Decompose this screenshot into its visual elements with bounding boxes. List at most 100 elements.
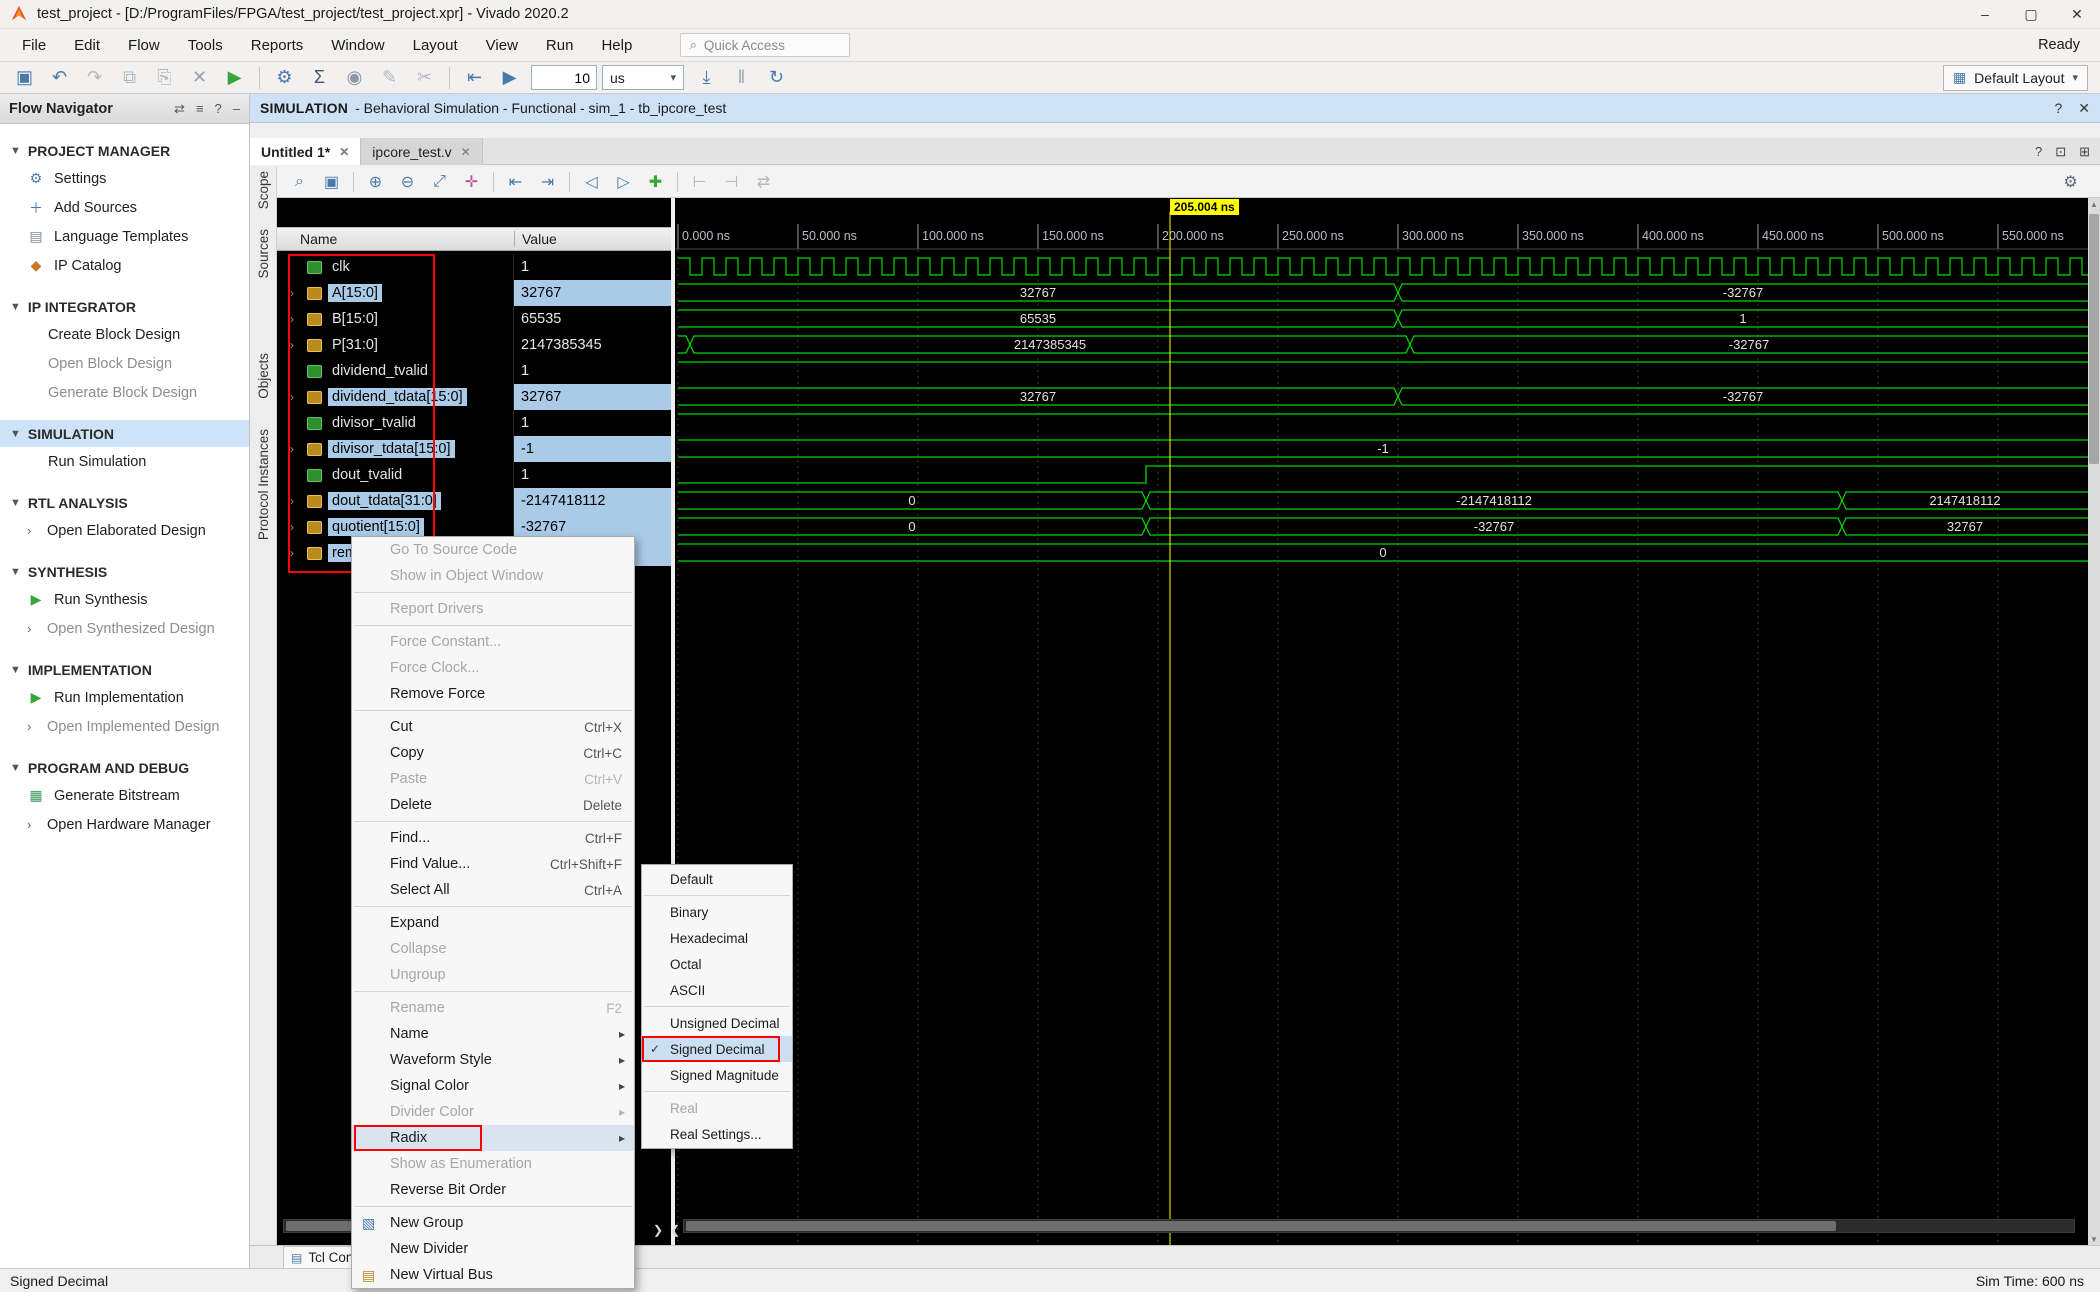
radix-option-unsigned-decimal[interactable]: Unsigned Decimal — [642, 1010, 792, 1036]
radix-option-binary[interactable]: Binary — [642, 899, 792, 925]
context-menu-item-delete[interactable]: DeleteDelete — [352, 792, 634, 818]
signal-row-p-31-0[interactable]: ›P[31:0]2147385345 — [277, 332, 671, 358]
radix-option-octal[interactable]: Octal — [642, 951, 792, 977]
context-menu-item-waveform-style[interactable]: Waveform Style▸ — [352, 1047, 634, 1073]
float-window-icon[interactable]: ⊡ — [2055, 144, 2066, 160]
goto-time-zero-icon[interactable]: ⇤ — [500, 169, 531, 195]
menu-edit[interactable]: Edit — [60, 29, 114, 61]
radix-option-real-settings[interactable]: Real Settings... — [642, 1121, 792, 1147]
radix-option-ascii[interactable]: ASCII — [642, 977, 792, 1003]
flownav-item-generate-bitstream[interactable]: ▦Generate Bitstream — [0, 781, 249, 810]
next-transition-icon[interactable]: ▷ — [608, 169, 639, 195]
context-menu-item-new-virtual-bus[interactable]: ▤New Virtual Bus — [352, 1262, 634, 1288]
context-menu-item-paste[interactable]: PasteCtrl+V — [352, 766, 634, 792]
delete-icon[interactable]: ✕ — [183, 64, 216, 92]
flownav-item-run-simulation[interactable]: Run Simulation — [0, 447, 249, 476]
expand-chevron-icon[interactable]: › — [290, 390, 307, 404]
flownav-section-program-and-debug[interactable]: ▼PROGRAM AND DEBUG — [0, 754, 249, 781]
context-menu-item-new-group[interactable]: ▧New Group — [352, 1210, 634, 1236]
flownav-help-icon[interactable]: ? — [215, 101, 222, 117]
pause-icon[interactable]: ‖ — [725, 64, 758, 92]
probe-icon[interactable]: ✂ — [408, 64, 441, 92]
column-header-value[interactable]: Value — [514, 231, 671, 247]
close-button[interactable]: ✕ — [2054, 0, 2100, 28]
radix-option-signed-magnitude[interactable]: Signed Magnitude — [642, 1062, 792, 1088]
context-menu-item-show-as-enumeration[interactable]: Show as Enumeration — [352, 1151, 634, 1177]
wave-settings-gear-icon[interactable]: ⚙ — [2055, 169, 2086, 195]
radix-option-default[interactable]: Default — [642, 866, 792, 892]
context-menu-item-find[interactable]: Find...Ctrl+F — [352, 825, 634, 851]
expand-chevron-icon[interactable]: › — [290, 520, 307, 534]
layout-select[interactable]: ▦ Default Layout ▾ — [1943, 65, 2088, 91]
swap-cursors-icon[interactable]: ⇄ — [748, 169, 779, 195]
waveform-vscrollbar[interactable]: ▲ ▼ — [2088, 198, 2100, 1245]
signal-row-dout-tvalid[interactable]: dout_tvalid1 — [277, 462, 671, 488]
flownav-section-project-manager[interactable]: ▼PROJECT MANAGER — [0, 137, 249, 164]
relaunch-sim-icon[interactable]: ↻ — [760, 64, 793, 92]
signal-row-divisor-tdata-15-0[interactable]: ›divisor_tdata[15:0]-1 — [277, 436, 671, 462]
context-menu-item-show-in-object-window[interactable]: Show in Object Window — [352, 563, 634, 589]
radix-option-hexadecimal[interactable]: Hexadecimal — [642, 925, 792, 951]
flownav-section-implementation[interactable]: ▼IMPLEMENTATION — [0, 656, 249, 683]
context-menu-item-rename[interactable]: RenameF2 — [352, 995, 634, 1021]
flownav-item-run-implementation[interactable]: ▶Run Implementation — [0, 683, 249, 712]
expand-chevron-icon[interactable]: › — [290, 286, 307, 300]
settings-gear-icon[interactable]: ⚙ — [268, 64, 301, 92]
waveform-panel[interactable]: 0.000 ns50.000 ns100.000 ns150.000 ns200… — [675, 198, 2088, 1245]
side-tab-objects[interactable]: Objects — [251, 353, 276, 399]
menu-window[interactable]: Window — [317, 29, 398, 61]
zoom-to-cursor-icon[interactable]: ✛ — [456, 169, 487, 195]
context-menu-item-name[interactable]: Name▸ — [352, 1021, 634, 1047]
flownav-section-simulation[interactable]: ▼SIMULATION — [0, 420, 249, 447]
flownav-item-ip-catalog[interactable]: ◆IP Catalog — [0, 251, 249, 280]
run-all-icon[interactable]: ▶ — [493, 64, 526, 92]
help-icon[interactable]: ? — [2035, 144, 2042, 159]
expand-chevron-icon[interactable]: › — [290, 494, 307, 508]
sim-run-time-input[interactable] — [531, 65, 597, 90]
expand-chevron-icon[interactable]: › — [290, 312, 307, 326]
signal-row-a-15-0[interactable]: ›A[15:0]32767 — [277, 280, 671, 306]
waveform-canvas[interactable]: 0.000 ns50.000 ns100.000 ns150.000 ns200… — [675, 198, 2088, 1245]
snap-right-icon[interactable]: ⊣ — [716, 169, 747, 195]
context-menu-item-radix[interactable]: Radix▸ — [352, 1125, 634, 1151]
flownav-collapse-icon[interactable]: – — [233, 101, 240, 117]
maximize-window-icon[interactable]: ⊞ — [2079, 144, 2090, 160]
run-flow-icon[interactable]: ▶ — [218, 64, 251, 92]
copy-icon[interactable]: ⧉ — [113, 64, 146, 92]
flownav-item-open-hardware-manager[interactable]: ›Open Hardware Manager — [0, 810, 249, 839]
radix-option-real[interactable]: Real — [642, 1095, 792, 1121]
flownav-item-open-elaborated-design[interactable]: ›Open Elaborated Design — [0, 516, 249, 545]
side-tab-scope[interactable]: Scope — [251, 171, 276, 209]
previous-transition-icon[interactable]: ◁ — [576, 169, 607, 195]
maximize-button[interactable]: ▢ — [2008, 0, 2054, 28]
edit-pencil-icon[interactable]: ✎ — [373, 64, 406, 92]
paste-icon[interactable]: ⎘ — [148, 64, 181, 92]
quick-access-search[interactable]: ⌕ Quick Access — [680, 33, 850, 57]
context-menu-item-expand[interactable]: Expand — [352, 910, 634, 936]
signal-row-dout-tdata-31-0[interactable]: ›dout_tdata[31:0]-2147418112 — [277, 488, 671, 514]
menu-help[interactable]: Help — [587, 29, 646, 61]
close-icon[interactable]: ✕ — [339, 145, 349, 159]
flownav-item-generate-block-design[interactable]: Generate Block Design — [0, 378, 249, 407]
step-icon[interactable]: ⤓ — [690, 64, 723, 92]
flownav-item-open-block-design[interactable]: Open Block Design — [0, 349, 249, 378]
snap-left-icon[interactable]: ⊢ — [684, 169, 715, 195]
menu-view[interactable]: View — [472, 29, 532, 61]
context-menu-item-force-clock[interactable]: Force Clock... — [352, 655, 634, 681]
menu-reports[interactable]: Reports — [237, 29, 318, 61]
flownav-section-ip-integrator[interactable]: ▼IP INTEGRATOR — [0, 293, 249, 320]
zoom-out-icon[interactable]: ⊖ — [392, 169, 423, 195]
zoom-in-icon[interactable]: ⊕ — [360, 169, 391, 195]
context-menu-item-cut[interactable]: CutCtrl+X — [352, 714, 634, 740]
flownav-section-rtl-analysis[interactable]: ▼RTL ANALYSIS — [0, 489, 249, 516]
expand-chevron-icon[interactable]: › — [290, 442, 307, 456]
column-header-name[interactable]: Name — [277, 231, 514, 247]
flownav-item-language-templates[interactable]: ▤Language Templates — [0, 222, 249, 251]
flownav-item-settings[interactable]: ⚙Settings — [0, 164, 249, 193]
side-tab-sources[interactable]: Sources — [251, 229, 276, 279]
context-menu-item-report-drivers[interactable]: Report Drivers — [352, 596, 634, 622]
view-help-icon[interactable]: ? — [2054, 100, 2062, 117]
context-menu-item-go-to-source-code[interactable]: Go To Source Code — [352, 537, 634, 563]
context-menu-item-ungroup[interactable]: Ungroup — [352, 962, 634, 988]
flownav-item-add-sources[interactable]: ＋Add Sources — [0, 193, 249, 222]
